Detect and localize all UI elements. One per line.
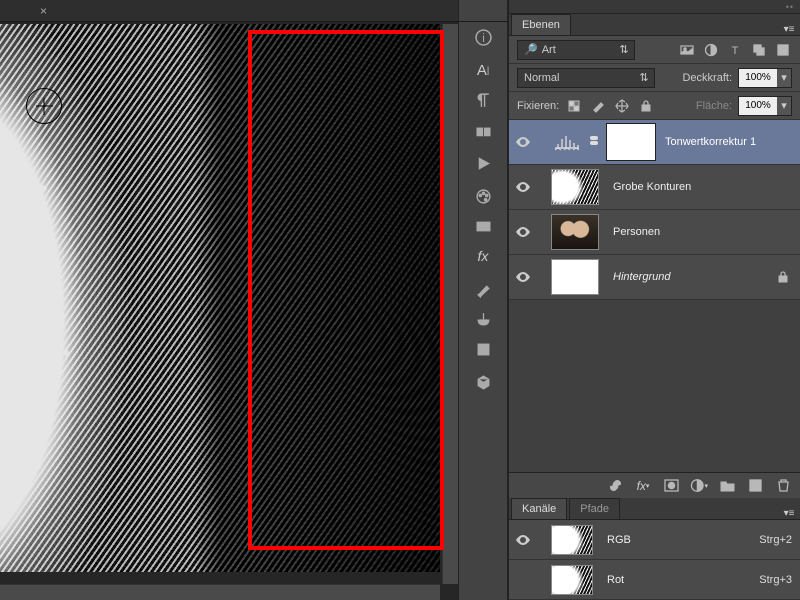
- filter-pixel-icon[interactable]: [678, 41, 696, 59]
- layer-thumb[interactable]: [551, 214, 599, 250]
- lock-icon: [774, 268, 792, 286]
- visibility-toggle[interactable]: [509, 272, 537, 282]
- channel-name[interactable]: RGB: [607, 534, 631, 546]
- tab-layers[interactable]: Ebenen: [511, 14, 571, 35]
- lock-position-icon[interactable]: [613, 97, 631, 115]
- link-layers-icon[interactable]: [606, 477, 624, 495]
- chevron-updown-icon: ⇅: [638, 72, 650, 84]
- layer-thumb[interactable]: [551, 169, 599, 205]
- swatches-panel-icon[interactable]: [459, 211, 507, 241]
- new-adjustment-icon[interactable]: ▾: [690, 477, 708, 495]
- blend-mode-select[interactable]: Normal ⇅: [517, 68, 655, 88]
- visibility-toggle[interactable]: [509, 182, 537, 192]
- layer-row[interactable]: Grobe Konturen: [509, 165, 800, 210]
- add-mask-icon[interactable]: [662, 477, 680, 495]
- filter-adjustment-icon[interactable]: [702, 41, 720, 59]
- layer-filter-select[interactable]: 🔎 Art ⇅: [517, 40, 635, 60]
- filter-shape-icon[interactable]: [750, 41, 768, 59]
- channel-thumb[interactable]: [551, 565, 593, 595]
- close-tab-icon[interactable]: ×: [40, 4, 47, 18]
- layer-row[interactable]: Tonwertkorrektur 1: [509, 120, 800, 165]
- channel-thumb[interactable]: [551, 525, 593, 555]
- document-canvas[interactable]: [0, 22, 458, 600]
- opacity-field[interactable]: 100%▾: [738, 68, 792, 88]
- channel-name[interactable]: Rot: [607, 574, 624, 586]
- layers-footer: fx▾ ▾: [509, 472, 800, 498]
- channel-row[interactable]: Rot Strg+3: [509, 560, 800, 600]
- new-layer-icon[interactable]: [746, 477, 764, 495]
- panel-grip-icon: ••: [786, 2, 794, 12]
- character-panel-icon[interactable]: A|: [459, 55, 507, 85]
- info-panel-icon[interactable]: i: [459, 22, 507, 52]
- svg-text:i: i: [482, 31, 485, 44]
- fill-label: Fläche:: [696, 100, 732, 112]
- panel-menu-icon[interactable]: ▾≡: [778, 24, 800, 35]
- delete-layer-icon[interactable]: [774, 477, 792, 495]
- filter-smart-icon[interactable]: [774, 41, 792, 59]
- horizontal-scrollbar[interactable]: [0, 584, 440, 600]
- fill-field[interactable]: 100%▾: [738, 96, 792, 116]
- channel-shortcut: Strg+3: [759, 574, 792, 586]
- color-panel-icon[interactable]: [459, 181, 507, 211]
- lock-label: Fixieren:: [517, 100, 559, 112]
- channels-list: RGB Strg+2 Rot Strg+3: [509, 520, 800, 600]
- layer-name[interactable]: Grobe Konturen: [613, 181, 691, 193]
- channel-row[interactable]: RGB Strg+2: [509, 520, 800, 560]
- layer-thumb[interactable]: [551, 259, 599, 295]
- layer-row[interactable]: Personen: [509, 210, 800, 255]
- brush-cursor-icon: [26, 88, 62, 124]
- layer-name[interactable]: Tonwertkorrektur 1: [665, 136, 756, 148]
- svg-text:T: T: [732, 45, 739, 57]
- visibility-toggle[interactable]: [509, 535, 537, 545]
- visibility-toggle[interactable]: [509, 137, 537, 147]
- layer-mask-thumb[interactable]: [607, 124, 655, 160]
- chevron-updown-icon: ⇅: [618, 44, 630, 56]
- layer-name[interactable]: Personen: [613, 226, 660, 238]
- lock-transparency-icon[interactable]: [565, 97, 583, 115]
- filter-type-icon[interactable]: T: [726, 41, 744, 59]
- layer-style-icon[interactable]: fx▾: [634, 477, 652, 495]
- paragraph-panel-icon[interactable]: [459, 85, 507, 115]
- new-group-icon[interactable]: [718, 477, 736, 495]
- vertical-scrollbar[interactable]: [442, 24, 458, 584]
- opacity-label: Deckkraft:: [682, 72, 732, 84]
- panel-menu-icon[interactable]: ▾≡: [778, 508, 800, 519]
- layer-row[interactable]: Hintergrund: [509, 255, 800, 300]
- lock-all-icon[interactable]: [637, 97, 655, 115]
- actions-panel-icon[interactable]: [459, 148, 507, 178]
- tab-paths[interactable]: Pfade: [569, 498, 620, 519]
- brushes-panel-icon[interactable]: [459, 274, 507, 304]
- layers-list: Tonwertkorrektur 1 Grobe Konturen Person…: [509, 120, 800, 300]
- styles-panel-icon[interactable]: fx: [459, 241, 507, 271]
- brush-presets-panel-icon[interactable]: [459, 304, 507, 334]
- 3d-panel-icon[interactable]: [459, 367, 507, 397]
- adjustment-levels-icon: [547, 132, 587, 152]
- tool-presets-panel-icon[interactable]: [459, 334, 507, 364]
- mask-link-icon[interactable]: [587, 135, 601, 149]
- collapsed-panel-dock[interactable]: i A| fx: [458, 0, 508, 600]
- canvas-image: [0, 24, 440, 572]
- channel-shortcut: Strg+2: [759, 534, 792, 546]
- layer-name[interactable]: Hintergrund: [613, 271, 670, 283]
- lock-pixels-icon[interactable]: [589, 97, 607, 115]
- visibility-toggle[interactable]: [509, 227, 537, 237]
- tab-channels[interactable]: Kanäle: [511, 498, 567, 519]
- history-panel-icon[interactable]: [459, 118, 507, 148]
